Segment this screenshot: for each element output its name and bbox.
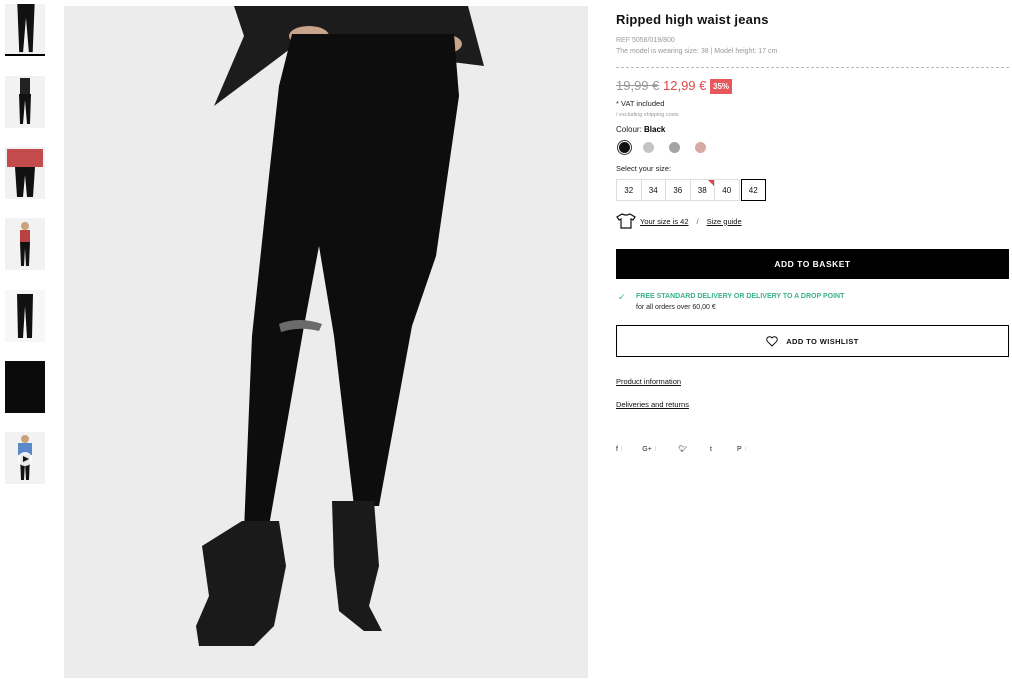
product-ref: REF 5058/019/800: [616, 37, 675, 44]
deliveries-returns-link[interactable]: Deliveries and returns: [616, 400, 689, 409]
colour-swatch-light-grey[interactable]: [643, 142, 654, 153]
separator: |: [620, 446, 623, 452]
size-value: 34: [648, 185, 658, 195]
delivery-headline: FREE STANDARD DELIVERY OR DELIVERY TO A …: [636, 293, 845, 300]
colour-value: Black: [644, 125, 666, 134]
social-share: f | G+ | 🐦︎ t P |: [616, 445, 746, 454]
size-value: 42: [748, 185, 758, 195]
model-info: The model is wearing size: 38 | Model he…: [616, 48, 778, 55]
separator: |: [744, 446, 746, 452]
tshirt-icon: [616, 213, 636, 229]
thumbnail-1[interactable]: [5, 4, 45, 56]
product-title: Ripped high waist jeans: [616, 12, 769, 27]
price-new: 12,99 €: [663, 78, 707, 93]
twitter-icon[interactable]: 🐦︎: [678, 445, 687, 453]
size-guide-link[interactable]: Size guide: [707, 217, 742, 226]
divider: [616, 67, 1009, 68]
separator: /: [696, 216, 699, 226]
add-to-wishlist-label: ADD TO WISHLIST: [786, 336, 859, 346]
check-icon: ✓: [618, 292, 626, 302]
thumbnail-6[interactable]: [5, 361, 45, 413]
separator: |: [654, 446, 657, 452]
add-to-basket-button[interactable]: ADD TO BASKET: [616, 249, 1009, 279]
colour-label: Colour: Black: [616, 125, 665, 134]
size-option-selected[interactable]: 42: [740, 179, 766, 201]
thumbnail-4[interactable]: [5, 218, 45, 270]
your-size-link[interactable]: Your size is 42: [640, 217, 689, 226]
main-product-image[interactable]: [64, 6, 588, 678]
delivery-sub: for all orders over 60,00 €: [636, 304, 716, 311]
colour-swatch-black[interactable]: [619, 142, 630, 153]
size-value: 36: [673, 185, 683, 195]
thumbnail-3[interactable]: [5, 147, 45, 199]
colour-swatch-grey[interactable]: [669, 142, 680, 153]
size-option[interactable]: 34: [640, 179, 666, 201]
colour-swatch-pink[interactable]: [695, 142, 706, 153]
price-old: 19,99 €: [616, 78, 660, 93]
size-value: 38: [697, 185, 707, 195]
colour-label-text: Colour:: [616, 125, 642, 134]
size-option[interactable]: 40: [714, 179, 740, 201]
size-option[interactable]: 32: [616, 179, 642, 201]
product-information-link[interactable]: Product information: [616, 377, 681, 386]
size-label: Select your size:: [616, 164, 672, 173]
size-value: 32: [624, 185, 634, 195]
thumbnail-5[interactable]: [5, 290, 45, 342]
size-option[interactable]: 36: [665, 179, 691, 201]
shipping-note: / excluding shipping costs: [616, 112, 679, 118]
heart-icon: [766, 335, 778, 347]
size-guide-row: Your size is 42 / Size guide: [616, 213, 742, 229]
size-option[interactable]: 38: [689, 179, 715, 201]
discount-badge: 35%: [710, 79, 733, 94]
add-to-wishlist-button[interactable]: ADD TO WISHLIST: [616, 325, 1009, 357]
pinterest-icon[interactable]: P: [737, 446, 742, 453]
thumbnail-video[interactable]: [5, 432, 45, 484]
google-plus-icon[interactable]: G+: [642, 446, 652, 453]
facebook-icon[interactable]: f: [616, 446, 618, 453]
size-value: 40: [722, 185, 732, 195]
thumbnail-2[interactable]: [5, 76, 45, 128]
size-selector: 32 34 36 38 40 42: [616, 179, 766, 201]
vat-note: * VAT included: [616, 99, 665, 108]
tumblr-icon[interactable]: t: [710, 446, 712, 453]
